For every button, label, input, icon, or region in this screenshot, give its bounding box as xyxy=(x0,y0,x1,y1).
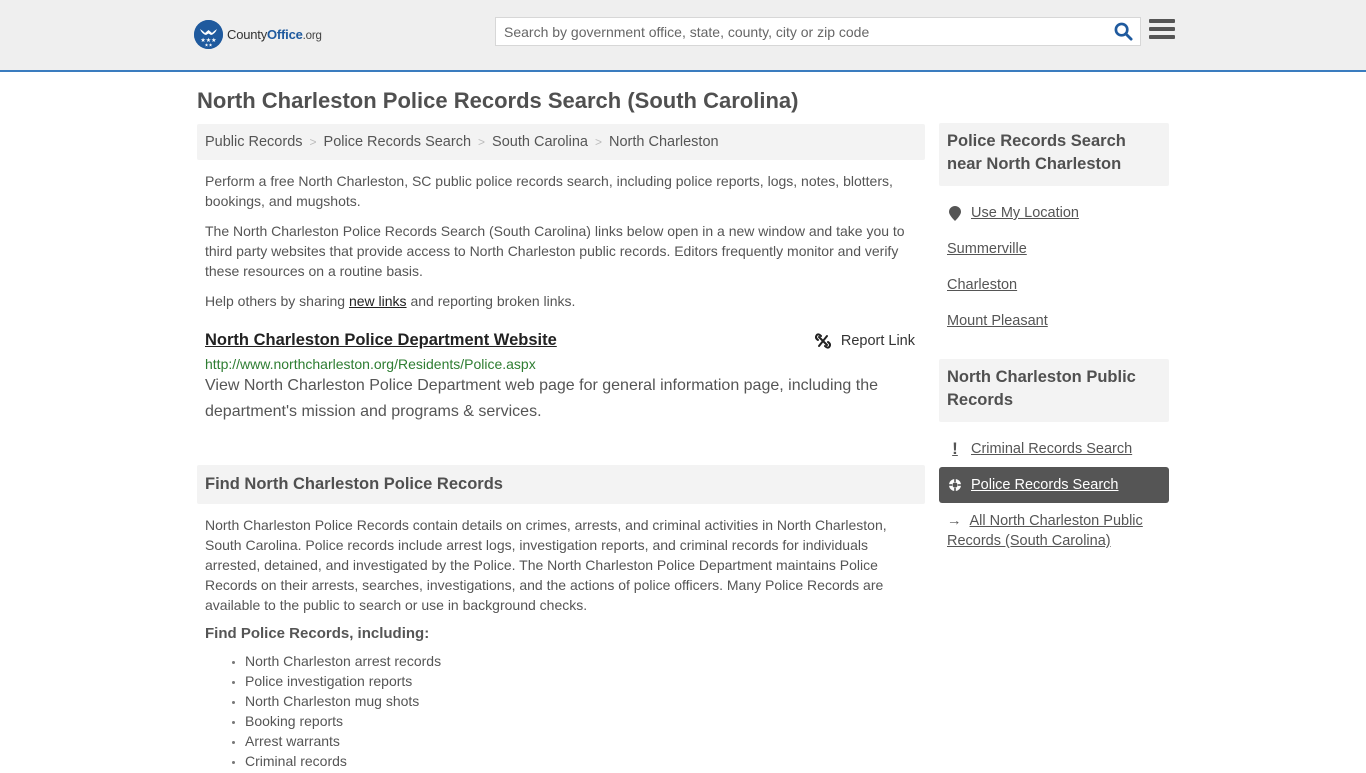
search-icon xyxy=(1114,22,1133,41)
svg-text:★★: ★★ xyxy=(204,43,212,49)
broken-link-icon xyxy=(814,333,831,349)
nearby-link-mount-pleasant[interactable]: Mount Pleasant xyxy=(939,303,1169,339)
nearby-link-charleston[interactable]: Charleston xyxy=(939,267,1169,303)
site-header: ★★★ ★★ CountyOffice.org xyxy=(0,0,1366,72)
criminal-records-search-link[interactable]: ! Criminal Records Search xyxy=(939,431,1169,467)
intro-paragraph: Perform a free North Charleston, SC publ… xyxy=(205,173,893,209)
breadcrumb-police-records-search[interactable]: Police Records Search xyxy=(324,134,472,150)
share-paragraph: Help others by sharing new links and rep… xyxy=(197,291,925,311)
criminal-records-search-label: Criminal Records Search xyxy=(971,441,1133,457)
resource-description: View North Charleston Police Department … xyxy=(205,377,878,420)
list-item: Criminal records xyxy=(245,751,925,771)
search-bar xyxy=(495,17,1141,46)
breadcrumb-north-charleston[interactable]: North Charleston xyxy=(609,134,719,150)
exclamation-icon: ! xyxy=(952,439,958,458)
list-item: Booking reports xyxy=(245,711,925,731)
find-records-body: North Charleston Police Records contain … xyxy=(205,517,887,613)
use-my-location-link[interactable]: Use My Location xyxy=(939,195,1169,231)
share-text: Help others by sharing xyxy=(205,293,349,309)
use-my-location-label: Use My Location xyxy=(971,205,1079,221)
report-link-button[interactable]: Report Link xyxy=(814,333,915,349)
police-records-search-link[interactable]: Police Records Search xyxy=(939,467,1169,503)
public-records-heading: North Charleston Public Records xyxy=(939,359,1169,422)
main-content: Public Records > Police Records Search >… xyxy=(197,124,925,771)
search-button[interactable] xyxy=(1106,18,1140,45)
report-link-label: Report Link xyxy=(840,333,915,349)
page-title: North Charleston Police Records Search (… xyxy=(197,88,799,113)
sidebar: Police Records Search near North Charles… xyxy=(939,123,1169,559)
all-public-records-link[interactable]: → All North Charleston Public Records (So… xyxy=(939,503,1169,559)
breadcrumb-separator: > xyxy=(309,135,317,149)
new-links-link[interactable]: new links xyxy=(349,293,407,309)
breadcrumb-south-carolina[interactable]: South Carolina xyxy=(492,134,588,150)
crosshair-icon xyxy=(947,478,963,492)
eagle-logo-icon: ★★★ ★★ xyxy=(194,20,223,49)
disclaimer-paragraph: The North Charleston Police Records Sear… xyxy=(205,223,905,279)
nearby-heading: Police Records Search near North Charles… xyxy=(939,123,1169,186)
share-text-end: and reporting broken links. xyxy=(406,293,576,309)
menu-bar-icon xyxy=(1149,35,1175,39)
resource-title-link[interactable]: North Charleston Police Department Websi… xyxy=(205,331,557,350)
all-public-records-label: All North Charleston Public Records (Sou… xyxy=(947,513,1143,549)
menu-bar-icon xyxy=(1149,19,1175,23)
list-item: North Charleston arrest records xyxy=(245,651,925,671)
list-item: Arrest warrants xyxy=(245,731,925,751)
find-records-heading: Find North Charleston Police Records xyxy=(197,465,925,504)
breadcrumb-separator: > xyxy=(594,135,602,149)
resource-listing: North Charleston Police Department Websi… xyxy=(197,331,925,425)
find-records-subheading: Find Police Records, including: xyxy=(205,625,430,642)
breadcrumb-public-records[interactable]: Public Records xyxy=(205,134,303,150)
nearby-link-summerville[interactable]: Summerville xyxy=(939,231,1169,267)
resource-url: http://www.northcharleston.org/Residents… xyxy=(205,356,536,372)
police-records-search-label: Police Records Search xyxy=(971,477,1119,493)
logo-text: CountyOffice.org xyxy=(227,27,322,42)
logo-name-bold: Office xyxy=(267,27,303,42)
map-pin-icon xyxy=(947,205,963,221)
hamburger-menu-button[interactable] xyxy=(1149,19,1175,43)
records-type-list: North Charleston arrest records Police i… xyxy=(197,651,925,771)
breadcrumb: Public Records > Police Records Search >… xyxy=(197,124,925,160)
list-item: North Charleston mug shots xyxy=(245,691,925,711)
search-input[interactable] xyxy=(496,18,1106,45)
menu-bar-icon xyxy=(1149,27,1175,31)
breadcrumb-separator: > xyxy=(478,135,486,149)
arrow-right-icon: → xyxy=(947,513,962,529)
site-logo[interactable]: ★★★ ★★ CountyOffice.org xyxy=(194,20,322,49)
logo-name: County xyxy=(227,27,267,42)
list-item: Police investigation reports xyxy=(245,671,925,691)
logo-tld: .org xyxy=(302,30,322,42)
